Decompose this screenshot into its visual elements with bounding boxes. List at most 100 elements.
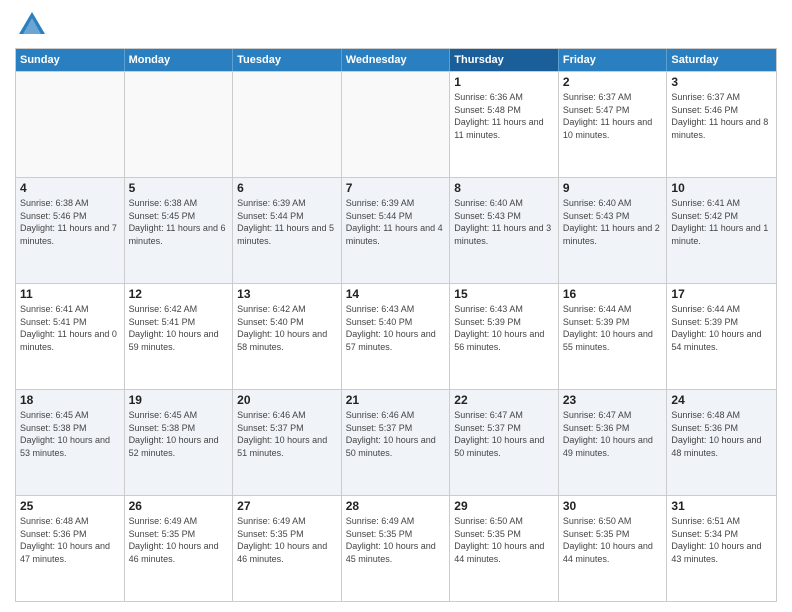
day-info: Sunrise: 6:49 AM Sunset: 5:35 PM Dayligh… bbox=[129, 515, 229, 565]
day-number: 10 bbox=[671, 181, 772, 195]
day-number: 27 bbox=[237, 499, 337, 513]
header-day-friday: Friday bbox=[559, 49, 668, 71]
header-day-sunday: Sunday bbox=[16, 49, 125, 71]
day-cell: 10 Sunrise: 6:41 AM Sunset: 5:42 PM Dayli… bbox=[667, 178, 776, 283]
day-number: 29 bbox=[454, 499, 554, 513]
logo bbox=[15, 10, 47, 40]
day-info: Sunrise: 6:39 AM Sunset: 5:44 PM Dayligh… bbox=[237, 197, 337, 247]
day-info: Sunrise: 6:48 AM Sunset: 5:36 PM Dayligh… bbox=[20, 515, 120, 565]
day-info: Sunrise: 6:42 AM Sunset: 5:41 PM Dayligh… bbox=[129, 303, 229, 353]
day-number: 24 bbox=[671, 393, 772, 407]
day-cell: 7 Sunrise: 6:39 AM Sunset: 5:44 PM Daylig… bbox=[342, 178, 451, 283]
day-number: 28 bbox=[346, 499, 446, 513]
day-number: 15 bbox=[454, 287, 554, 301]
header-day-thursday: Thursday bbox=[450, 49, 559, 71]
day-cell: 15Sunrise: 6:43 AM Sunset: 5:39 PM Dayli… bbox=[450, 284, 559, 389]
day-number: 19 bbox=[129, 393, 229, 407]
day-info: Sunrise: 6:47 AM Sunset: 5:37 PM Dayligh… bbox=[454, 409, 554, 459]
logo-icon bbox=[17, 10, 47, 40]
day-number: 25 bbox=[20, 499, 120, 513]
day-number: 4 bbox=[20, 181, 120, 195]
day-number: 31 bbox=[671, 499, 772, 513]
day-cell: 18 Sunrise: 6:45 AM Sunset: 5:38 PM Dayli… bbox=[16, 390, 125, 495]
day-cell: 14Sunrise: 6:43 AM Sunset: 5:40 PM Dayli… bbox=[342, 284, 451, 389]
header-day-tuesday: Tuesday bbox=[233, 49, 342, 71]
day-cell: 29 Sunrise: 6:50 AM Sunset: 5:35 PM Dayli… bbox=[450, 496, 559, 601]
day-number: 26 bbox=[129, 499, 229, 513]
day-info: Sunrise: 6:46 AM Sunset: 5:37 PM Dayligh… bbox=[346, 409, 446, 459]
day-info: Sunrise: 6:51 AM Sunset: 5:34 PM Dayligh… bbox=[671, 515, 772, 565]
day-cell: 24 Sunrise: 6:48 AM Sunset: 5:36 PM Dayli… bbox=[667, 390, 776, 495]
day-number: 30 bbox=[563, 499, 663, 513]
day-cell: 26 Sunrise: 6:49 AM Sunset: 5:35 PM Dayli… bbox=[125, 496, 234, 601]
day-number: 22 bbox=[454, 393, 554, 407]
day-info: Sunrise: 6:41 AM Sunset: 5:42 PM Dayligh… bbox=[671, 197, 772, 247]
day-number: 20 bbox=[237, 393, 337, 407]
week-row-3: 18 Sunrise: 6:45 AM Sunset: 5:38 PM Dayli… bbox=[16, 389, 776, 495]
day-number: 13 bbox=[237, 287, 337, 301]
header-day-monday: Monday bbox=[125, 49, 234, 71]
day-info: Sunrise: 6:49 AM Sunset: 5:35 PM Dayligh… bbox=[346, 515, 446, 565]
day-cell: 27 Sunrise: 6:49 AM Sunset: 5:35 PM Dayli… bbox=[233, 496, 342, 601]
day-cell: 11Sunrise: 6:41 AM Sunset: 5:41 PM Dayli… bbox=[16, 284, 125, 389]
day-cell: 21 Sunrise: 6:46 AM Sunset: 5:37 PM Dayli… bbox=[342, 390, 451, 495]
day-info: Sunrise: 6:46 AM Sunset: 5:37 PM Dayligh… bbox=[237, 409, 337, 459]
day-cell: 9Sunrise: 6:40 AM Sunset: 5:43 PM Daylig… bbox=[559, 178, 668, 283]
day-number: 6 bbox=[237, 181, 337, 195]
day-cell: 30 Sunrise: 6:50 AM Sunset: 5:35 PM Dayli… bbox=[559, 496, 668, 601]
day-cell: 1 Sunrise: 6:36 AM Sunset: 5:48 PM Daylig… bbox=[450, 72, 559, 177]
day-info: Sunrise: 6:48 AM Sunset: 5:36 PM Dayligh… bbox=[671, 409, 772, 459]
calendar-header: SundayMondayTuesdayWednesdayThursdayFrid… bbox=[16, 49, 776, 71]
day-info: Sunrise: 6:43 AM Sunset: 5:40 PM Dayligh… bbox=[346, 303, 446, 353]
day-cell: 13 Sunrise: 6:42 AM Sunset: 5:40 PM Dayli… bbox=[233, 284, 342, 389]
calendar: SundayMondayTuesdayWednesdayThursdayFrid… bbox=[15, 48, 777, 602]
day-info: Sunrise: 6:37 AM Sunset: 5:46 PM Dayligh… bbox=[671, 91, 772, 141]
day-info: Sunrise: 6:47 AM Sunset: 5:36 PM Dayligh… bbox=[563, 409, 663, 459]
day-number: 1 bbox=[454, 75, 554, 89]
day-cell: 3Sunrise: 6:37 AM Sunset: 5:46 PM Daylig… bbox=[667, 72, 776, 177]
day-cell: 28 Sunrise: 6:49 AM Sunset: 5:35 PM Dayli… bbox=[342, 496, 451, 601]
day-number: 16 bbox=[563, 287, 663, 301]
day-info: Sunrise: 6:39 AM Sunset: 5:44 PM Dayligh… bbox=[346, 197, 446, 247]
day-cell bbox=[342, 72, 451, 177]
week-row-2: 11Sunrise: 6:41 AM Sunset: 5:41 PM Dayli… bbox=[16, 283, 776, 389]
day-cell bbox=[16, 72, 125, 177]
day-number: 21 bbox=[346, 393, 446, 407]
day-cell: 19Sunrise: 6:45 AM Sunset: 5:38 PM Dayli… bbox=[125, 390, 234, 495]
week-row-1: 4Sunrise: 6:38 AM Sunset: 5:46 PM Daylig… bbox=[16, 177, 776, 283]
day-number: 2 bbox=[563, 75, 663, 89]
day-info: Sunrise: 6:50 AM Sunset: 5:35 PM Dayligh… bbox=[454, 515, 554, 565]
day-info: Sunrise: 6:45 AM Sunset: 5:38 PM Dayligh… bbox=[20, 409, 120, 459]
day-info: Sunrise: 6:38 AM Sunset: 5:45 PM Dayligh… bbox=[129, 197, 229, 247]
day-cell: 2 Sunrise: 6:37 AM Sunset: 5:47 PM Daylig… bbox=[559, 72, 668, 177]
calendar-body: 1 Sunrise: 6:36 AM Sunset: 5:48 PM Daylig… bbox=[16, 71, 776, 601]
day-cell: 31 Sunrise: 6:51 AM Sunset: 5:34 PM Dayli… bbox=[667, 496, 776, 601]
day-cell bbox=[125, 72, 234, 177]
day-info: Sunrise: 6:37 AM Sunset: 5:47 PM Dayligh… bbox=[563, 91, 663, 141]
day-number: 11 bbox=[20, 287, 120, 301]
header bbox=[15, 10, 777, 40]
header-day-wednesday: Wednesday bbox=[342, 49, 451, 71]
day-info: Sunrise: 6:50 AM Sunset: 5:35 PM Dayligh… bbox=[563, 515, 663, 565]
day-cell: 8Sunrise: 6:40 AM Sunset: 5:43 PM Daylig… bbox=[450, 178, 559, 283]
day-info: Sunrise: 6:40 AM Sunset: 5:43 PM Dayligh… bbox=[454, 197, 554, 247]
day-cell: 23Sunrise: 6:47 AM Sunset: 5:36 PM Dayli… bbox=[559, 390, 668, 495]
day-number: 7 bbox=[346, 181, 446, 195]
day-info: Sunrise: 6:44 AM Sunset: 5:39 PM Dayligh… bbox=[563, 303, 663, 353]
day-number: 17 bbox=[671, 287, 772, 301]
day-info: Sunrise: 6:49 AM Sunset: 5:35 PM Dayligh… bbox=[237, 515, 337, 565]
day-info: Sunrise: 6:42 AM Sunset: 5:40 PM Dayligh… bbox=[237, 303, 337, 353]
day-cell: 16 Sunrise: 6:44 AM Sunset: 5:39 PM Dayli… bbox=[559, 284, 668, 389]
day-cell: 4Sunrise: 6:38 AM Sunset: 5:46 PM Daylig… bbox=[16, 178, 125, 283]
day-number: 12 bbox=[129, 287, 229, 301]
day-number: 18 bbox=[20, 393, 120, 407]
day-cell: 12 Sunrise: 6:42 AM Sunset: 5:41 PM Dayli… bbox=[125, 284, 234, 389]
day-cell: 25 Sunrise: 6:48 AM Sunset: 5:36 PM Dayli… bbox=[16, 496, 125, 601]
day-info: Sunrise: 6:40 AM Sunset: 5:43 PM Dayligh… bbox=[563, 197, 663, 247]
week-row-0: 1 Sunrise: 6:36 AM Sunset: 5:48 PM Daylig… bbox=[16, 71, 776, 177]
day-cell: 17Sunrise: 6:44 AM Sunset: 5:39 PM Dayli… bbox=[667, 284, 776, 389]
day-info: Sunrise: 6:36 AM Sunset: 5:48 PM Dayligh… bbox=[454, 91, 554, 141]
day-cell bbox=[233, 72, 342, 177]
day-number: 5 bbox=[129, 181, 229, 195]
day-cell: 20 Sunrise: 6:46 AM Sunset: 5:37 PM Dayli… bbox=[233, 390, 342, 495]
